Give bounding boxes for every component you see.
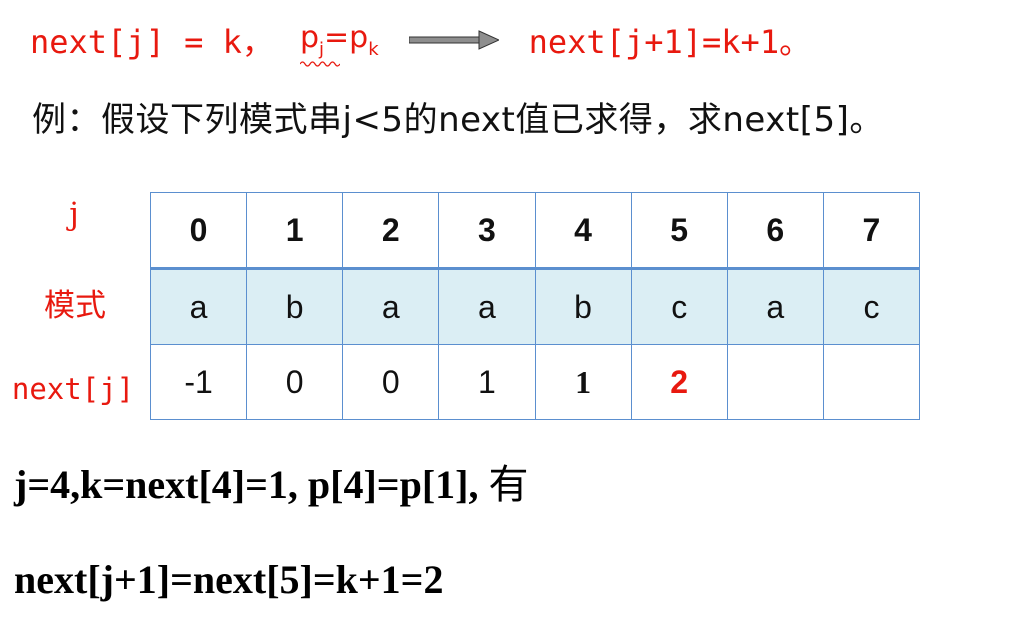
table-cell: 0 xyxy=(246,344,344,420)
table-row-pattern: a b a a b c a c xyxy=(149,268,921,345)
equation-line-2: next[j+1]=next[5]=k+1=2 xyxy=(14,557,444,602)
table-row-next: -1 0 0 1 1 2 xyxy=(149,344,921,420)
table-cell: 7 xyxy=(822,192,921,269)
right-arrow-icon xyxy=(408,30,499,50)
table-cell: 6 xyxy=(726,192,824,269)
formula-condition: pj=pk xyxy=(299,20,379,67)
table-cell: c xyxy=(822,268,921,345)
table-cell: -1 xyxy=(149,344,248,420)
spellcheck-squiggle-icon xyxy=(299,61,340,67)
example-text: 例：假设下列模式串j<5的next值已求得，求next[5]。 xyxy=(32,100,884,140)
table-cell: 0 xyxy=(342,344,440,420)
equation-1-bold: j=4,k=next[4]=1, p[4]=p[1], xyxy=(14,462,479,507)
table-cell: 4 xyxy=(534,192,632,269)
table-cell: a xyxy=(149,268,248,345)
row-label-pattern: 模式 xyxy=(44,288,106,324)
table-cell: 1 xyxy=(246,192,344,269)
formula-eq-p: =p xyxy=(324,20,369,55)
table-cell: 1 xyxy=(534,344,632,420)
table-cell: 5 xyxy=(630,192,728,269)
table-cell: c xyxy=(630,268,728,345)
table-cell xyxy=(726,344,824,420)
table-cell: b xyxy=(246,268,344,345)
table-row-j: 0 1 2 3 4 5 6 7 xyxy=(149,192,921,269)
table-cell: 0 xyxy=(149,192,248,269)
formula-right: next[j+1]=k+1。 xyxy=(528,23,812,61)
next-table: 0 1 2 3 4 5 6 7 a b a a b c a c -1 0 0 1… xyxy=(149,192,921,420)
formula-p: p xyxy=(299,20,319,55)
table-cell: a xyxy=(342,268,440,345)
row-label-next: next[j] xyxy=(11,372,135,406)
table-cell-answer: 2 xyxy=(630,344,728,420)
formula-line: next[j] = k， pj=pk next[j+1]=k+1。 xyxy=(30,18,812,67)
table-cell: 3 xyxy=(438,192,536,269)
table-cell: 1 xyxy=(438,344,536,420)
table-cell: b xyxy=(534,268,632,345)
formula-left: next[j] = k， xyxy=(30,23,274,61)
equation-line-1: j=4,k=next[4]=1, p[4]=p[1], 有 xyxy=(14,452,528,510)
equation-1-suffix: 有 xyxy=(478,462,529,507)
row-label-j: j xyxy=(69,196,79,232)
table-cell: a xyxy=(438,268,536,345)
formula-k-sub: k xyxy=(368,39,379,60)
table-cell: a xyxy=(726,268,824,345)
table-cell xyxy=(822,344,921,420)
table-cell: 2 xyxy=(342,192,440,269)
